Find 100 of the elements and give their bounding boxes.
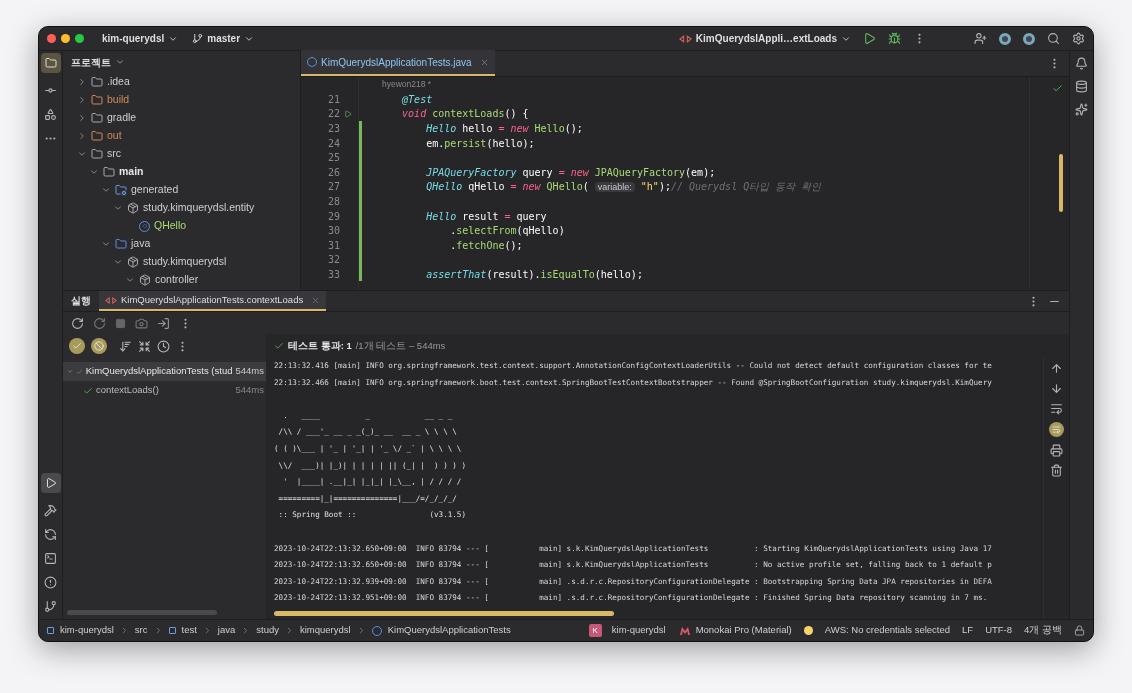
line-number: 21	[327, 92, 340, 107]
stop-icon[interactable]	[115, 317, 126, 329]
branch-selector[interactable]: master	[207, 31, 255, 46]
tree-item[interactable]: build	[107, 92, 130, 108]
breadcrumb[interactable]: test	[181, 623, 197, 638]
show-passed-toggle[interactable]	[69, 338, 85, 354]
breadcrumb[interactable]: src	[134, 623, 148, 638]
rerun-icon[interactable]	[71, 316, 84, 330]
history-icon[interactable]	[157, 339, 170, 353]
lock-icon[interactable]	[1074, 625, 1085, 636]
scroll-up-icon[interactable]	[1050, 362, 1063, 375]
scroll-down-icon[interactable]	[1050, 382, 1063, 395]
folder-icon	[91, 76, 103, 88]
theme-name[interactable]: Monokai Pro (Material)	[695, 623, 792, 638]
run-tab[interactable]: KimQuerydslApplicationTests.contextLoads	[99, 291, 327, 311]
code-line: em.persist(hello);	[425, 136, 535, 151]
chevron-icon[interactable]	[77, 113, 87, 123]
scroll-end-button[interactable]	[1049, 422, 1064, 437]
test-row[interactable]: KimQuerydslApplicationTests (stud 544ms	[63, 362, 266, 381]
tree-item[interactable]: study.kimquerydsl.entity	[143, 200, 255, 216]
tree-item[interactable]: gradle	[107, 110, 137, 126]
structure-icon[interactable]	[44, 108, 57, 121]
test-row[interactable]: contextLoads() 544ms	[63, 381, 266, 400]
run-config-selector[interactable]: KimQuerydslAppli…extLoads	[695, 31, 851, 46]
notifications-icon[interactable]	[1075, 57, 1088, 70]
export-icon[interactable]	[157, 316, 170, 330]
branch-icon	[192, 33, 204, 44]
rerun-failed-icon[interactable]	[93, 316, 106, 330]
editor-tab[interactable]: KimQuerydslApplicationTests.java	[301, 50, 495, 76]
close-icon[interactable]	[479, 57, 489, 67]
tree-item[interactable]: .idea	[107, 74, 130, 90]
encoding[interactable]: UTF-8	[985, 623, 1013, 638]
status-icon[interactable]	[999, 32, 1011, 45]
run-icon[interactable]	[863, 32, 876, 45]
add-user-icon[interactable]	[974, 32, 987, 45]
breadcrumb[interactable]: study	[256, 623, 279, 638]
project-name[interactable]: kim-querydsl	[611, 623, 666, 638]
chevron-icon[interactable]	[125, 275, 135, 285]
check-icon	[1052, 83, 1063, 94]
tree-item[interactable]: out	[107, 128, 122, 144]
line-number: 26	[327, 165, 340, 180]
tree-item[interactable]: controller	[155, 272, 199, 288]
breadcrumb[interactable]: kim-querydsl	[60, 623, 114, 638]
camera-icon[interactable]	[135, 316, 148, 330]
code-line: JPAQueryFactory query = new JPAQueryFactory(em);	[425, 165, 716, 180]
breadcrumb[interactable]: kimquerydsl	[300, 623, 351, 638]
search-icon[interactable]	[1047, 32, 1060, 45]
project-tool-button[interactable]	[40, 53, 61, 73]
code-line: assertThat(result).isEqualTo(hello);	[425, 267, 643, 282]
tree-item[interactable]: QHello	[154, 218, 187, 234]
project-selector[interactable]: kim-querydsl	[102, 31, 179, 46]
tree-item[interactable]: generated	[131, 182, 179, 198]
show-ignored-toggle[interactable]	[91, 338, 107, 354]
status-icon[interactable]	[1023, 32, 1035, 45]
folder-icon	[44, 57, 57, 69]
print-icon[interactable]	[1050, 444, 1063, 457]
chevron-icon[interactable]	[89, 167, 99, 177]
indent-setting[interactable]: 4개 공백	[1024, 623, 1062, 638]
chevron-icon[interactable]	[113, 203, 123, 213]
chevron-icon[interactable]	[115, 57, 125, 67]
problems-icon[interactable]	[44, 576, 57, 589]
author-hint[interactable]: hyewon218 *	[378, 78, 432, 91]
debug-icon[interactable]	[888, 32, 901, 45]
database-icon[interactable]	[1075, 80, 1088, 93]
wrap-icon[interactable]	[1050, 402, 1063, 415]
chevron-icon[interactable]	[77, 95, 87, 105]
line-number: 30	[327, 224, 340, 239]
assistant-icon[interactable]	[1075, 103, 1088, 116]
theme-icon	[679, 626, 690, 635]
chevron-icon[interactable]	[101, 185, 111, 195]
panel-title[interactable]: 프로젝트	[71, 54, 111, 70]
chevron-icon[interactable]	[113, 257, 123, 267]
scroll-end-icon	[1052, 425, 1061, 434]
services-icon[interactable]	[44, 528, 57, 541]
run-tool-button[interactable]	[40, 473, 61, 493]
run-gutter-icon[interactable]	[344, 109, 352, 118]
collapse-icon[interactable]	[138, 339, 151, 353]
breadcrumb[interactable]: java	[217, 623, 236, 638]
chevron-icon[interactable]	[77, 149, 87, 159]
git-icon[interactable]	[44, 600, 57, 613]
chevron-icon[interactable]	[77, 131, 87, 141]
hammer-icon[interactable]	[44, 504, 57, 517]
check-icon	[72, 341, 82, 351]
line-number: 32	[327, 253, 340, 268]
chevron-icon[interactable]	[77, 77, 87, 87]
line-separator[interactable]: LF	[962, 623, 974, 638]
run-config-icon	[105, 296, 117, 304]
tree-item[interactable]: study.kimquerydsl	[143, 254, 227, 270]
settings-icon[interactable]	[1072, 32, 1085, 45]
chevron-icon[interactable]	[101, 239, 111, 249]
breadcrumb[interactable]: KimQuerydslApplicationTests	[387, 623, 511, 638]
passed-icon	[83, 385, 93, 396]
tree-item[interactable]: java	[131, 236, 151, 252]
tree-item[interactable]: src	[107, 146, 121, 162]
terminal-icon[interactable]	[44, 552, 57, 565]
aws-status[interactable]: AWS: No credentials selected	[824, 623, 951, 638]
tree-item[interactable]: main	[119, 164, 144, 180]
trash-icon[interactable]	[1050, 464, 1063, 477]
line-number: 24	[327, 136, 340, 151]
sort-icon[interactable]	[119, 339, 132, 353]
